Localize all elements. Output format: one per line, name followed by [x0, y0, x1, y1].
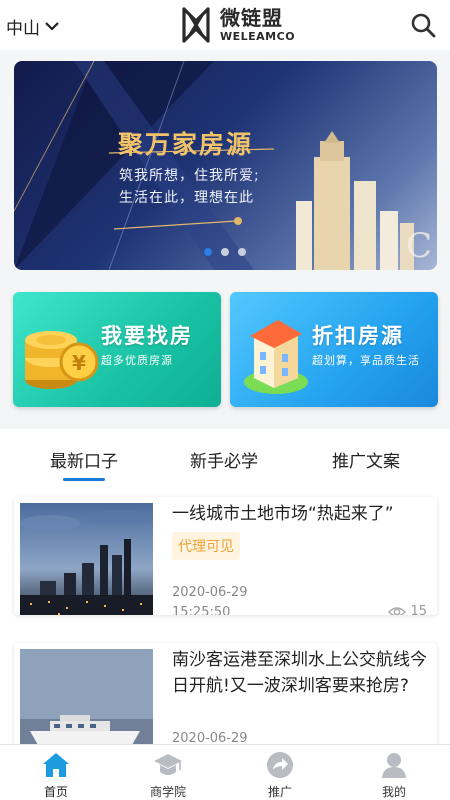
bottom-navigation: 首页 商学院 推广 我的	[0, 744, 450, 800]
gold-coins-icon: ¥	[25, 331, 99, 389]
logo-mark-icon	[182, 7, 210, 43]
article-thumbnail	[20, 649, 153, 753]
app-screen: 中山 微链盟 WELEAMCO C 聚万家房源 筑我所想，住我所爱; 生活在此，…	[0, 0, 450, 800]
tab-beginner[interactable]: 新手必学	[190, 447, 258, 472]
svg-text:C: C	[406, 226, 432, 266]
article-thumbnail	[20, 503, 153, 615]
view-count-value: 15	[410, 604, 427, 615]
view-count: 15	[388, 604, 427, 615]
nav-profile-label: 我的	[381, 785, 406, 799]
discount-house-subtitle: 超划算，享品质生活	[312, 354, 420, 367]
user-icon	[382, 753, 406, 778]
city-label: 中山	[6, 19, 40, 39]
graduation-cap-icon	[154, 754, 182, 775]
discount-house-card[interactable]: 折扣房源 超划算，享品质生活	[230, 292, 438, 407]
home-icon	[43, 753, 69, 777]
article-time: 15:25:50	[172, 605, 231, 615]
nav-profile[interactable]: 我的	[338, 745, 450, 800]
article-title: 南沙客运港至深圳水上公交航线今日开航!又一波深圳客要来抢房?	[172, 650, 427, 696]
promo-banner[interactable]: C 聚万家房源 筑我所想，住我所爱; 生活在此，理想在此	[14, 61, 437, 270]
chevron-down-icon	[44, 17, 60, 37]
svg-text:¥: ¥	[72, 351, 86, 375]
share-arrow-icon	[267, 752, 293, 778]
app-logo: 微链盟 WELEAMCO	[176, 5, 295, 45]
pagination-dot[interactable]	[221, 248, 229, 256]
tab-promotion[interactable]: 推广文案	[332, 447, 400, 472]
active-tab-indicator	[63, 478, 105, 481]
nav-promotion[interactable]: 推广	[224, 745, 336, 800]
find-house-title: 我要找房	[101, 324, 193, 348]
logo-english-text: WELEAMCO	[220, 30, 296, 43]
article-title: 一线城市土地市场“热起来了”	[172, 504, 394, 524]
find-house-subtitle: 超多优质房源	[101, 354, 173, 367]
pagination-dot-active[interactable]	[204, 248, 212, 256]
tab-latest[interactable]: 最新口子	[50, 447, 118, 472]
article-date: 2020-06-29	[172, 585, 248, 600]
article-card[interactable]: 一线城市土地市场“热起来了” 代理可见 2020-06-29 15:25:50 …	[14, 497, 437, 615]
eye-icon	[388, 606, 407, 615]
building-icon	[244, 320, 308, 394]
search-icon[interactable]	[410, 12, 436, 38]
find-house-card[interactable]: ¥ 我要找房 超多优质房源	[13, 292, 221, 407]
top-bar: 中山 微链盟 WELEAMCO	[0, 0, 450, 50]
agent-visible-tag: 代理可见	[172, 532, 240, 560]
nav-promotion-label: 推广	[267, 785, 292, 799]
nav-business-school-label: 商学院	[149, 785, 186, 799]
content-tabs: 最新口子 新手必学 推广文案	[0, 429, 450, 484]
banner-title: 聚万家房源	[118, 130, 254, 159]
banner-subtitle-1: 筑我所想，住我所爱;	[119, 168, 260, 184]
nav-home-label: 首页	[43, 785, 68, 799]
pagination-dot[interactable]	[238, 248, 246, 256]
city-selector[interactable]: 中山	[6, 14, 60, 39]
nav-home[interactable]: 首页	[0, 745, 112, 800]
article-card[interactable]: 南沙客运港至深圳水上公交航线今日开航!又一波深圳客要来抢房? 2020-06-2…	[14, 643, 437, 753]
article-list: 一线城市土地市场“热起来了” 代理可见 2020-06-29 15:25:50 …	[0, 484, 450, 753]
nav-business-school[interactable]: 商学院	[112, 745, 224, 800]
banner-subtitle-2: 生活在此，理想在此	[119, 190, 254, 206]
logo-chinese-text: 微链盟	[220, 6, 283, 30]
discount-house-title: 折扣房源	[312, 324, 404, 348]
banner-pagination	[204, 248, 246, 256]
